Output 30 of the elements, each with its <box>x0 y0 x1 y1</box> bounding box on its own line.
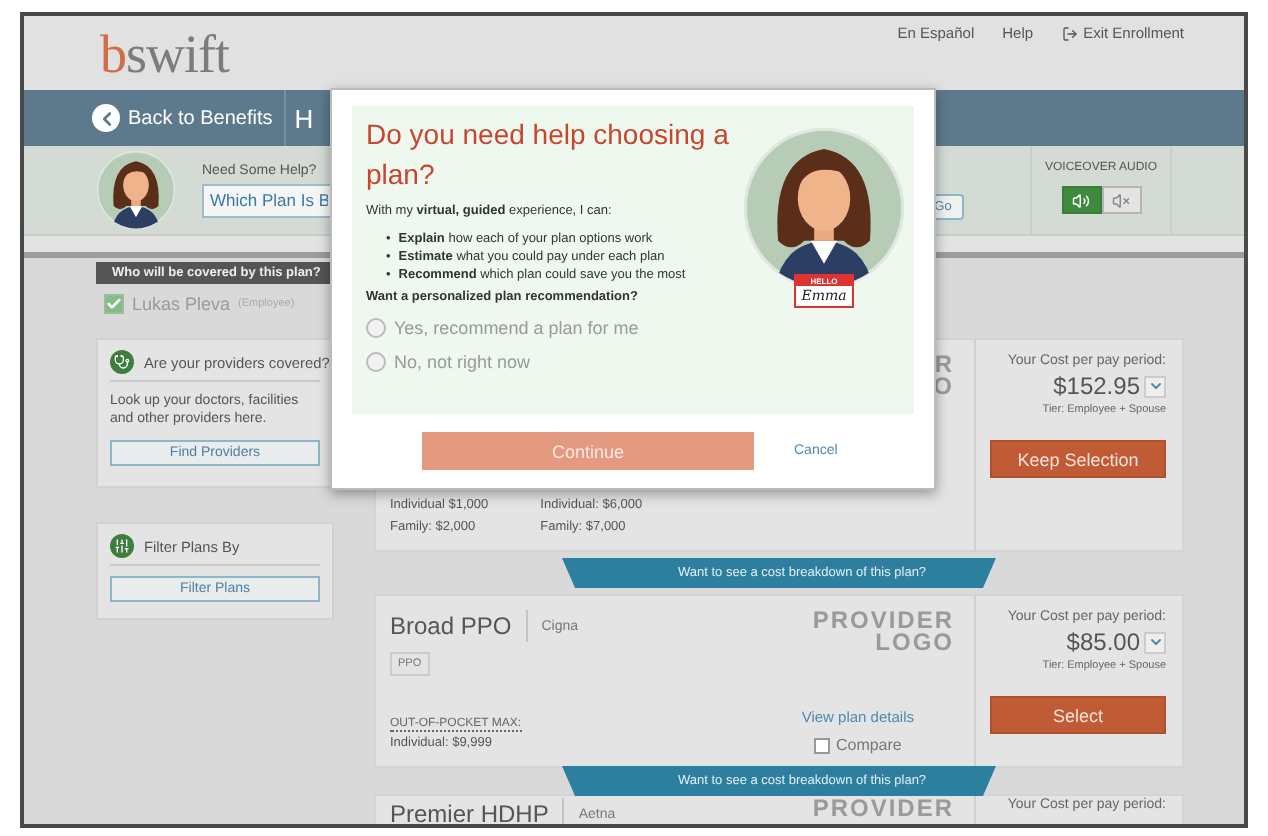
provider-logo-text: PROVIDER <box>812 610 954 632</box>
exit-icon <box>1061 25 1078 41</box>
stethoscope-icon <box>110 350 134 374</box>
select-button[interactable]: Keep Selection <box>990 440 1166 478</box>
compare-checkbox[interactable]: Compare <box>813 736 902 754</box>
dialog-title: Do you need help choosing a plan? <box>366 116 731 194</box>
plan-name: Premier HDHP <box>390 798 565 824</box>
chevron-down-icon <box>1147 634 1163 650</box>
member-name: Lukas Pleva <box>132 294 231 314</box>
price: $152.95 <box>1053 372 1140 400</box>
radio-option[interactable]: No, not right now <box>366 352 742 372</box>
provider-logo-text: LOGO <box>875 632 954 654</box>
plan-name: Broad PPO <box>390 610 528 642</box>
dropdown-button[interactable] <box>1144 375 1166 397</box>
sliders-icon <box>110 534 134 558</box>
dropdown-button[interactable] <box>1144 631 1166 653</box>
select-button[interactable]: Select <box>990 696 1166 734</box>
back-icon <box>92 104 120 132</box>
price: $85.00 <box>1066 628 1140 656</box>
speaker-icon <box>1072 191 1090 209</box>
chevron-down-icon <box>1147 378 1163 394</box>
provider-logo-text: PROVIDER <box>812 798 954 820</box>
provider-logo-text: R <box>934 354 954 376</box>
mute-button[interactable] <box>1101 186 1141 214</box>
radio-option[interactable]: Yes, recommend a plan for me <box>366 318 742 338</box>
nav-title: H <box>294 103 314 133</box>
sound-button[interactable] <box>1061 186 1101 214</box>
bswift-logo: bswift <box>100 24 229 88</box>
mute-icon <box>1112 191 1130 209</box>
member-checkbox[interactable] <box>104 294 124 314</box>
